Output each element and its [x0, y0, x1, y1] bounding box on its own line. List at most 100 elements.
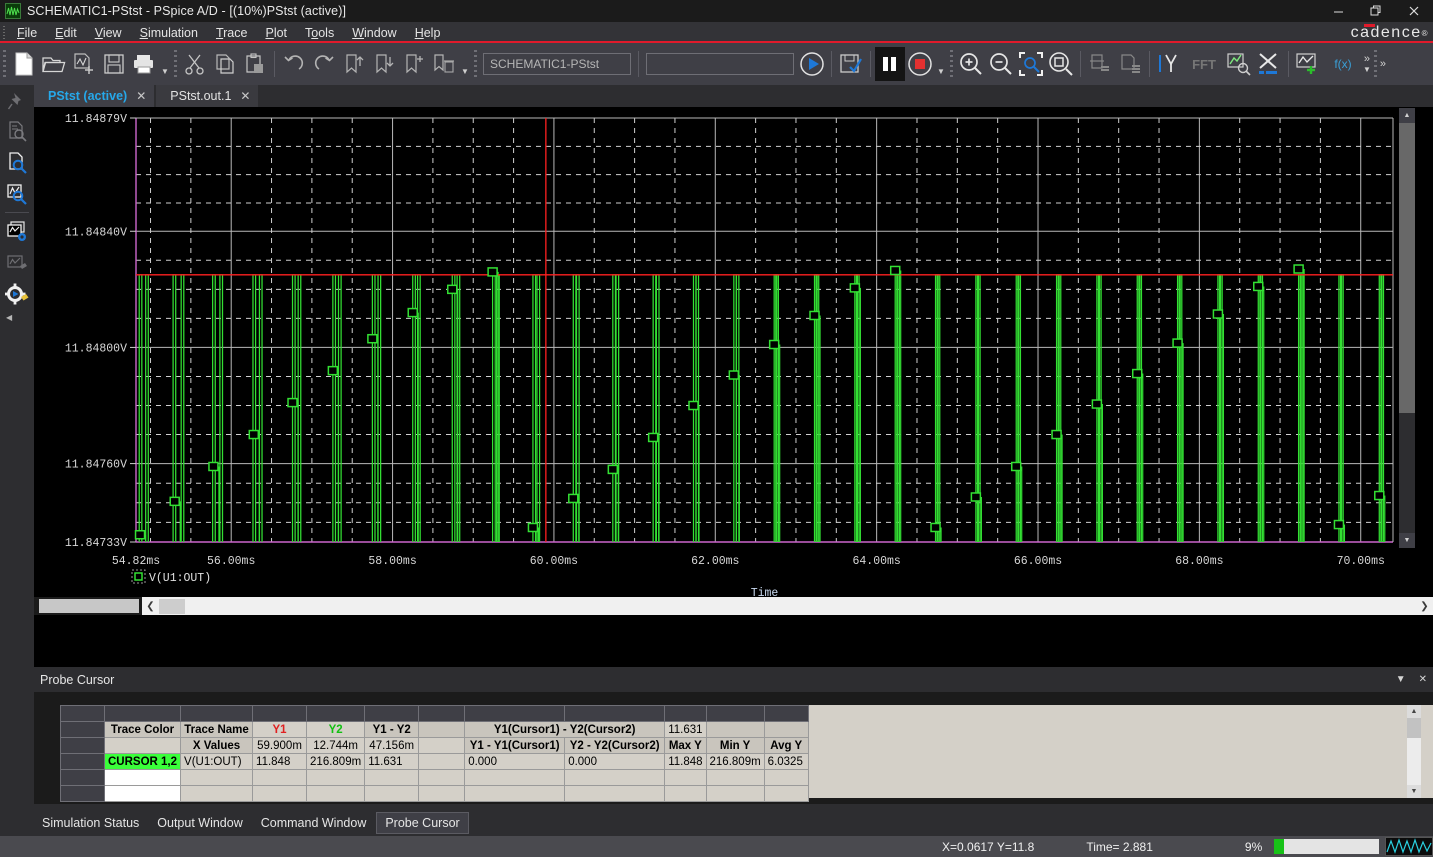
bottom-tab-command-window[interactable]: Command Window [253, 813, 375, 833]
table-row-empty-2[interactable] [60, 785, 809, 802]
tab-pstst-out-close-icon[interactable]: ✕ [240, 89, 250, 103]
sidebar-separator [5, 212, 29, 213]
waveform-plot[interactable]: 11.84879V 11.84840V 11.84800V 11.84760V 11.8… [34, 107, 1433, 664]
pin-icon[interactable] [0, 85, 34, 116]
save-simulation-icon[interactable] [836, 47, 866, 81]
eval-goal-icon[interactable]: f(x) [1323, 47, 1363, 81]
redo-icon[interactable] [309, 47, 339, 81]
menu-view[interactable]: View [86, 24, 131, 42]
zoom-in-icon[interactable] [956, 47, 986, 81]
print-icon[interactable] [129, 47, 159, 81]
bottom-tab-probe-cursor[interactable]: Probe Cursor [376, 812, 469, 834]
toolbar-separator-4 [870, 51, 871, 77]
window-controls [1319, 0, 1433, 22]
bookmark-down-icon[interactable] [369, 47, 399, 81]
simulation-settings-icon[interactable] [0, 278, 34, 309]
plot-hscroll-track[interactable]: ❮ ❯ [142, 597, 1433, 615]
plot-hscroll-right-icon[interactable]: ❯ [1416, 597, 1433, 615]
probe-cursor-close-icon[interactable]: ✕ [1419, 674, 1427, 685]
menu-file[interactable]: File [8, 24, 46, 42]
probe-cursor-vertical-scrollbar[interactable]: ▲ ▼ [1407, 705, 1421, 798]
cursor-icon[interactable] [1154, 47, 1184, 81]
bookmark-add-icon[interactable] [399, 47, 429, 81]
probe-cursor-minimize-icon[interactable]: ▼ [1396, 674, 1406, 685]
plot-vertical-scrollbar[interactable]: ▲ ▼ [1399, 108, 1415, 548]
zoom-area-icon[interactable] [1016, 47, 1046, 81]
tab-pstst-out-1[interactable]: PStst.out.1 ✕ [156, 85, 259, 107]
performance-analysis-icon[interactable] [1224, 47, 1254, 81]
tab-pstst-active[interactable]: PStst (active) ✕ [34, 85, 155, 107]
maximize-button[interactable] [1357, 0, 1395, 22]
plot-scroll-thumb[interactable] [1399, 123, 1415, 413]
menu-edit[interactable]: Edit [46, 24, 86, 42]
toolbar-grip-5-icon [1371, 47, 1380, 81]
file-search-active-icon[interactable] [0, 147, 34, 178]
menu-tools[interactable]: Tools [296, 24, 343, 42]
toolbar-far-overflow-icon[interactable]: » [1380, 58, 1390, 70]
window-config-icon[interactable] [0, 216, 34, 247]
toolbar-overflow-caret-icon[interactable]: ▼ [1363, 65, 1371, 74]
minimize-button[interactable] [1319, 0, 1357, 22]
axis-settings-icon[interactable] [1254, 47, 1284, 81]
sim-toolbar-overflow-caret-icon[interactable]: ▼ [935, 47, 947, 81]
plot-scroll-down-icon[interactable]: ▼ [1399, 533, 1415, 548]
tab-pstst-close-icon[interactable]: ✕ [136, 89, 146, 103]
file-search-icon[interactable] [0, 116, 34, 147]
waveform-thumbnail-icon[interactable] [1385, 837, 1433, 856]
menu-simulation[interactable]: Simulation [131, 24, 207, 42]
zoom-out-icon[interactable] [986, 47, 1016, 81]
command-field[interactable] [646, 53, 794, 75]
waveform-plot-canvas[interactable]: 11.84879V 11.84840V 11.84800V 11.84760V 11.8… [34, 107, 1433, 664]
probe-cursor-scroll-thumb[interactable] [1407, 718, 1421, 738]
cell-cursor-label[interactable]: CURSOR 1,2 [103, 753, 182, 770]
plot-hscroll-thumb[interactable] [159, 598, 185, 614]
menu-window[interactable]: Window [343, 24, 405, 42]
print-preview-icon[interactable] [1085, 47, 1115, 81]
probe-cursor-table[interactable]: Trace Color Trace Name Y1 Y2 Y1 - Y2 Y1(… [60, 705, 809, 802]
pspice-waveform-icon [5, 3, 21, 19]
file-toolbar-overflow-caret-icon[interactable]: ▼ [159, 47, 171, 81]
toolbar-overflow-icon[interactable]: » [1364, 54, 1370, 65]
stop-simulation-icon[interactable] [905, 47, 935, 81]
plot-hscroll-left-block[interactable] [39, 599, 139, 613]
waveform-edit-icon[interactable] [0, 247, 34, 278]
bottom-tab-output-window[interactable]: Output Window [149, 813, 250, 833]
table-row-empty-1[interactable] [60, 769, 809, 786]
close-button[interactable] [1395, 0, 1433, 22]
pause-simulation-icon[interactable] [875, 47, 905, 81]
page-setup-icon[interactable] [1115, 47, 1145, 81]
waveform-search-icon[interactable] [0, 178, 34, 209]
bottom-tab-simulation-status[interactable]: Simulation Status [34, 813, 147, 833]
menu-plot[interactable]: Plot [256, 24, 296, 42]
menu-help[interactable]: Help [406, 24, 450, 42]
paste-icon[interactable] [240, 47, 270, 81]
open-folder-icon[interactable] [39, 47, 69, 81]
table-row[interactable]: CURSOR 1,2 V(U1:OUT) 11.848 216.809m 11.… [60, 753, 809, 770]
plot-hscroll-left-icon[interactable]: ❮ [142, 597, 159, 615]
copy-icon[interactable] [210, 47, 240, 81]
cell-blank-8 [60, 753, 105, 770]
cut-icon[interactable] [180, 47, 210, 81]
x-axis-tick-label: 58.00ms [368, 555, 416, 568]
bookmark-up-icon[interactable] [339, 47, 369, 81]
cell-y1: 11.848 [252, 753, 308, 770]
probe-cursor-scroll-up-icon[interactable]: ▲ [1407, 705, 1421, 718]
simulation-profile-field[interactable]: SCHEMATIC1-PStst [483, 53, 631, 75]
save-icon[interactable] [99, 47, 129, 81]
edit-toolbar-overflow-caret-icon[interactable]: ▼ [459, 47, 471, 81]
open-simulation-icon[interactable] [69, 47, 99, 81]
undo-icon[interactable] [279, 47, 309, 81]
left-sidebar: ◀ [0, 85, 34, 857]
zoom-fit-icon[interactable] [1046, 47, 1076, 81]
sidebar-collapse-icon[interactable]: ◀ [0, 309, 34, 325]
add-trace-icon[interactable] [1293, 47, 1323, 81]
plot-scroll-up-icon[interactable]: ▲ [1399, 108, 1415, 123]
fft-icon[interactable]: FFT [1184, 47, 1224, 81]
new-file-icon[interactable] [9, 47, 39, 81]
menu-trace[interactable]: Trace [207, 24, 257, 42]
probe-cursor-scroll-down-icon[interactable]: ▼ [1407, 785, 1421, 798]
plot-horizontal-scroll-row[interactable]: ❮ ❯ [34, 597, 1433, 615]
run-simulation-icon[interactable] [797, 47, 827, 81]
bookmark-delete-icon[interactable] [429, 47, 459, 81]
toolbar-separator-2 [638, 51, 639, 77]
